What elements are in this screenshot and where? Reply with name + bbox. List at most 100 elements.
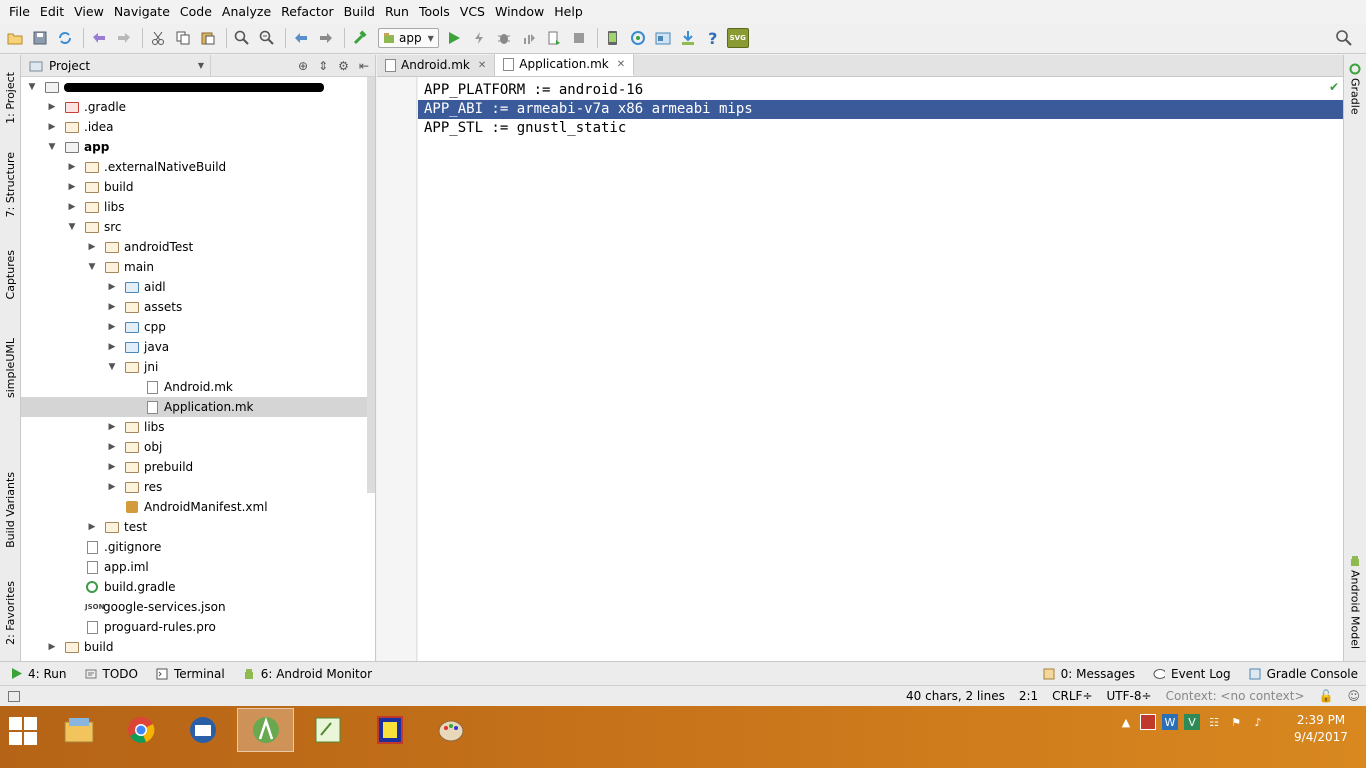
run-icon[interactable] — [443, 27, 465, 49]
network-icon[interactable]: ☷ — [1206, 714, 1222, 730]
tree-item[interactable]: ▶ build — [21, 637, 368, 657]
tree-item[interactable]: ▶ assets — [21, 297, 368, 317]
start-button[interactable] — [4, 712, 42, 750]
close-icon[interactable]: ✕ — [617, 59, 625, 70]
menu-file[interactable]: File — [4, 0, 35, 23]
sync-gradle-icon[interactable] — [627, 27, 649, 49]
tree-item[interactable]: ▶ build — [21, 177, 368, 197]
chevron-right-icon[interactable]: ▶ — [107, 482, 117, 492]
tree-item[interactable]: ▶ .gradle — [21, 97, 368, 117]
tree-item[interactable]: ▶ java — [21, 337, 368, 357]
v-app-icon[interactable]: V — [1184, 714, 1200, 730]
sync-icon[interactable] — [54, 27, 76, 49]
tree-item[interactable]: ▼ app — [21, 137, 368, 157]
tree-item[interactable]: ▶ test — [21, 517, 368, 537]
chevron-down-icon[interactable]: ▼ — [47, 142, 57, 152]
search-everywhere-icon[interactable] — [1333, 27, 1355, 49]
sdk-manager-icon[interactable] — [677, 27, 699, 49]
tree-item[interactable]: ▶ res — [21, 477, 368, 497]
project-structure-icon[interactable] — [652, 27, 674, 49]
taskbar-sticky-notes[interactable] — [361, 708, 418, 752]
tool-tab-favorites[interactable]: 2: Favorites — [0, 570, 21, 655]
tool-tab-structure[interactable]: 7: Structure — [0, 145, 21, 225]
tool-tab-build-variants[interactable]: Build Variants — [0, 460, 21, 560]
run-configuration-select[interactable]: app ▼ — [378, 28, 439, 48]
chevron-right-icon[interactable]: ▶ — [67, 162, 77, 172]
chevron-right-icon[interactable]: ▶ — [47, 122, 57, 132]
tree-item[interactable]: Android.mk — [21, 377, 368, 397]
tree-item[interactable]: AndroidManifest.xml — [21, 497, 368, 517]
find-icon[interactable] — [231, 27, 253, 49]
stop-icon[interactable] — [568, 27, 590, 49]
chevron-right-icon[interactable]: ▶ — [107, 442, 117, 452]
tree-item[interactable]: ▶ cpp — [21, 317, 368, 337]
tool-tab-todo[interactable]: TODO — [85, 667, 138, 681]
taskbar-paint[interactable] — [422, 708, 479, 752]
chevron-right-icon[interactable]: ▶ — [47, 102, 57, 112]
chevron-right-icon[interactable]: ▶ — [107, 302, 117, 312]
taskbar-notepad-plus[interactable] — [299, 708, 356, 752]
chevron-right-icon[interactable]: ▶ — [87, 522, 97, 532]
chevron-right-icon[interactable]: ▶ — [87, 242, 97, 252]
tool-tab-simpleuml[interactable]: simpleUML — [0, 325, 21, 410]
status-caret-position[interactable]: 2:1 — [1019, 689, 1038, 703]
menu-tools[interactable]: Tools — [414, 0, 455, 23]
chevron-down-icon[interactable]: ▼ — [67, 222, 77, 232]
tree-item[interactable]: Application.mk — [21, 397, 368, 417]
avd-manager-icon[interactable] — [602, 27, 624, 49]
show-hidden-icons-icon[interactable]: ▲ — [1118, 714, 1134, 730]
hector-icon[interactable]: ☺ — [1347, 689, 1360, 703]
taskbar-android-studio[interactable] — [237, 708, 294, 752]
chevron-down-icon[interactable]: ▼ — [87, 262, 97, 272]
back-icon[interactable] — [290, 27, 312, 49]
tool-tab-captures[interactable]: Captures — [0, 240, 21, 310]
redo-icon[interactable] — [113, 27, 135, 49]
menu-help[interactable]: Help — [549, 0, 588, 23]
menu-build[interactable]: Build — [339, 0, 380, 23]
paste-icon[interactable] — [197, 27, 219, 49]
attach-debugger-icon[interactable] — [543, 27, 565, 49]
tree-root[interactable]: ▼ — [21, 77, 368, 97]
forward-icon[interactable] — [315, 27, 337, 49]
make-project-icon[interactable] — [349, 27, 371, 49]
tool-tab-gradle[interactable]: Gradle — [1344, 63, 1366, 133]
close-icon[interactable]: ✕ — [478, 60, 486, 71]
status-encoding[interactable]: UTF-8÷ — [1107, 689, 1152, 703]
tree-item[interactable]: ▼ src — [21, 217, 368, 237]
action-center-flag-icon[interactable]: ⚑ — [1228, 714, 1244, 730]
tree-item[interactable]: ▶ libs — [21, 197, 368, 217]
chevron-right-icon[interactable]: ▶ — [47, 642, 57, 652]
status-line-separator[interactable]: CRLF÷ — [1052, 689, 1092, 703]
help-icon[interactable]: ? — [702, 27, 724, 49]
w-app-icon[interactable]: W — [1162, 714, 1178, 730]
code-editor[interactable]: ✔ APP_PLATFORM := android-16 APP_ABI := a… — [418, 77, 1343, 661]
flag-app-icon[interactable] — [1140, 714, 1156, 730]
chevron-right-icon[interactable]: ▶ — [107, 322, 117, 332]
chevron-right-icon[interactable]: ▶ — [107, 342, 117, 352]
editor-tab[interactable]: Android.mk ✕ — [377, 54, 496, 76]
undo-icon[interactable] — [88, 27, 110, 49]
project-view-select[interactable]: Project ▼ — [21, 54, 211, 77]
tree-item[interactable]: .gitignore — [21, 537, 368, 557]
collapse-all-icon[interactable]: ⇕ — [318, 59, 328, 73]
menu-edit[interactable]: Edit — [35, 0, 69, 23]
taskbar-file-explorer[interactable] — [50, 708, 107, 752]
editor-tab[interactable]: Application.mk ✕ — [495, 54, 635, 76]
chevron-right-icon[interactable]: ▶ — [107, 282, 117, 292]
tool-tab-event-log[interactable]: Event Log — [1153, 667, 1231, 681]
tool-tab-android-monitor[interactable]: 6: Android Monitor — [243, 667, 372, 681]
replace-icon[interactable] — [256, 27, 278, 49]
instant-run-icon[interactable] — [468, 27, 490, 49]
copy-icon[interactable] — [172, 27, 194, 49]
tool-tab-project[interactable]: 1: Project — [0, 63, 21, 133]
tool-tab-gradle-console[interactable]: Gradle Console — [1249, 667, 1358, 681]
chevron-down-icon[interactable]: ▼ — [107, 362, 117, 372]
tree-item[interactable]: ▶ .externalNativeBuild — [21, 157, 368, 177]
menu-view[interactable]: View — [69, 0, 109, 23]
save-all-icon[interactable] — [29, 27, 51, 49]
chevron-right-icon[interactable]: ▶ — [67, 202, 77, 212]
volume-icon[interactable]: ♪ — [1250, 714, 1266, 730]
menu-refactor[interactable]: Refactor — [276, 0, 338, 23]
menu-analyze[interactable]: Analyze — [217, 0, 276, 23]
tool-tab-run[interactable]: 4: Run — [10, 667, 67, 681]
